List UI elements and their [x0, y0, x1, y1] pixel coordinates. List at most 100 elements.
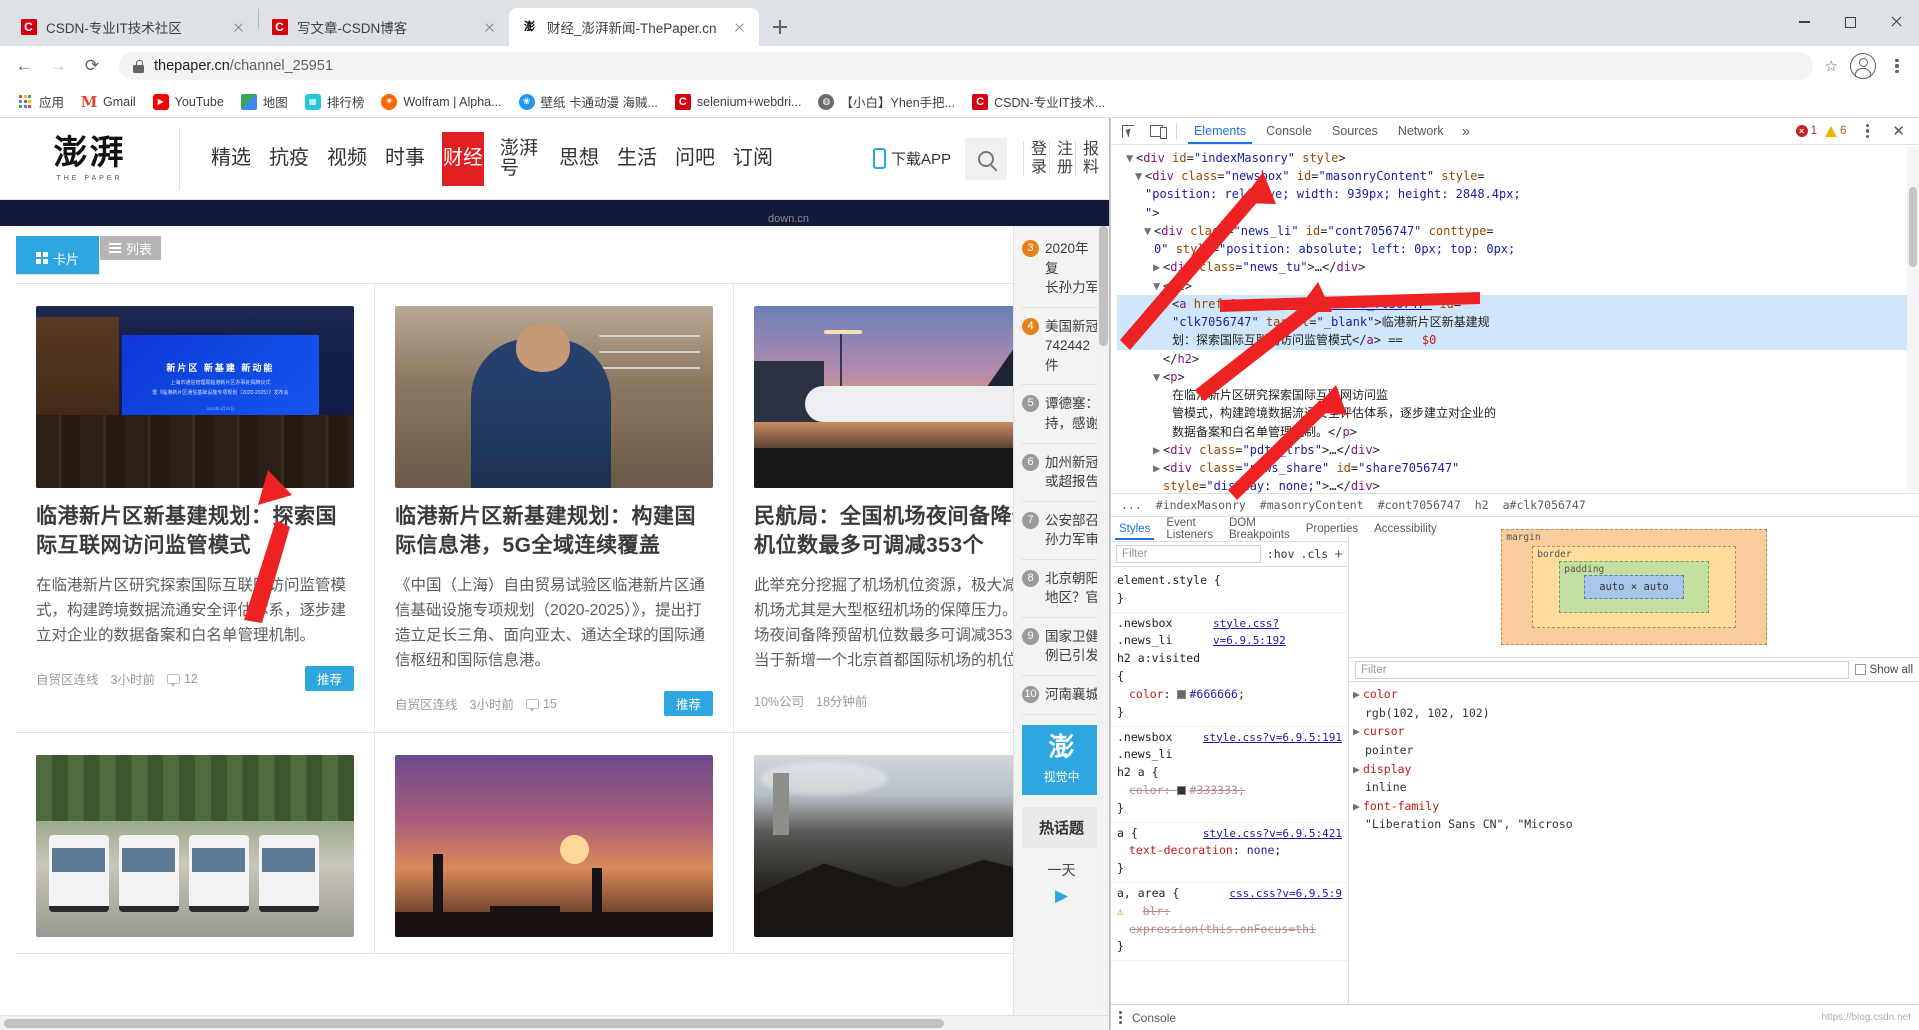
dom-tree-line[interactable]: 数据备案和白名单管理机制。</p> [1117, 423, 1917, 441]
subtab-styles[interactable]: Styles [1111, 519, 1158, 540]
show-all-toggle[interactable]: Show all [1854, 664, 1913, 676]
hot-item[interactable]: 8 北京朝阳 地区？官 [1022, 560, 1101, 618]
disclosure-triangle-icon[interactable]: ▼ [1153, 277, 1163, 295]
dom-tree-line[interactable]: "position: relative; width: 939px; heigh… [1117, 185, 1917, 203]
hot-item[interactable]: 9 国家卫健 例已引发 [1022, 618, 1101, 676]
dom-tree-line[interactable]: ▶ <div class="news_tu">…</div> [1117, 258, 1917, 276]
dom-tree-line[interactable]: <a href="newsDetail_forward_7056747" id= [1117, 294, 1917, 314]
site-logo[interactable]: 澎湃 THE PAPER [0, 127, 180, 190]
css-declaration[interactable]: text-decoration: none; [1117, 842, 1342, 860]
nav-item-wenba[interactable]: 问吧 [674, 132, 716, 186]
dom-tree-line[interactable]: style="display: none;">…</div> [1117, 477, 1917, 493]
computed-property[interactable]: ▶ display [1353, 760, 1919, 779]
subtab-properties[interactable]: Properties [1298, 519, 1366, 539]
news-source[interactable]: 10%公司 [754, 691, 804, 710]
dom-tree-line[interactable]: ▶ <div class="news_share" id="share705674… [1117, 459, 1917, 477]
hot-item[interactable]: 7 公安部召 孙力军审 [1022, 502, 1101, 560]
close-icon[interactable] [1873, 0, 1919, 44]
address-bar[interactable]: thepaper.cn/channel_25951 [119, 52, 1813, 80]
error-badge[interactable]: × 1 [1795, 125, 1817, 137]
download-app-button[interactable]: 下载APP [872, 148, 951, 169]
bookmark-yhen[interactable]: ◍ 【小白】Yhen手把... [811, 89, 962, 114]
dom-tree-line[interactable]: 0" style="position: absolute; left: 0px;… [1117, 240, 1917, 258]
dom-tree-line[interactable]: 在临港新片区研究探索国际互联网访问监 [1117, 386, 1917, 404]
css-rule[interactable]: a { style.css?v=6.9.5:421 text-decoratio… [1111, 823, 1348, 883]
breadcrumb-item[interactable]: a#clk7056747 [1503, 498, 1586, 512]
profile-avatar-icon[interactable] [1850, 53, 1876, 79]
minimize-icon[interactable] [1781, 0, 1827, 44]
view-toggle-card[interactable]: 卡片 [16, 236, 101, 275]
css-source-link[interactable]: css.css?v=6.9.5:9 [1229, 885, 1342, 903]
css-rule[interactable]: .newsbox .news_li h2 a { style.css?v=6.9… [1111, 727, 1348, 823]
color-swatch[interactable] [1177, 785, 1187, 795]
hot-item[interactable]: 6 加州新冠 或超报告 [1022, 444, 1101, 502]
computed-property[interactable]: ▶ font-family [1353, 797, 1919, 816]
nav-item-caijing[interactable]: 财经 [442, 131, 484, 186]
news-card[interactable]: 临港新片区新基建规划：构建国际信息港，5G全域连续覆盖 《中国（上海）自由贸易试… [375, 284, 734, 734]
chevron-right-icon[interactable]: ▶ [1353, 685, 1363, 704]
dom-tree-line[interactable]: "> [1117, 204, 1917, 222]
disclosure-triangle-icon[interactable]: ▶ [1153, 459, 1163, 477]
css-rule[interactable]: element.style { } [1111, 570, 1348, 613]
bookmark-gmail[interactable]: M Gmail [74, 91, 143, 113]
computed-filter-input[interactable]: Filter [1355, 660, 1849, 679]
dom-tree-scrollbar[interactable] [1907, 147, 1919, 491]
close-icon[interactable] [481, 19, 497, 35]
close-icon[interactable]: ✕ [1888, 122, 1909, 140]
reload-icon[interactable]: ⟳ [77, 51, 107, 81]
disclosure-triangle-icon[interactable]: ▼ [1126, 149, 1136, 167]
dom-tree-line[interactable]: ▼ <p> [1117, 368, 1917, 386]
bookmark-star-icon[interactable]: ☆ [1825, 57, 1838, 75]
back-icon[interactable]: ← [9, 51, 39, 81]
news-title[interactable]: 临港新片区新基建规划：探索国际互联网访问监管模式 [36, 502, 354, 561]
box-model-margin[interactable]: margin - border padding auto × auto [1501, 529, 1767, 645]
news-card[interactable] [375, 733, 734, 955]
browser-tab-1[interactable]: C 写文章-CSDN博客 [259, 8, 509, 46]
hot-item[interactable]: 4 美国新冠 742442件 [1022, 308, 1101, 386]
chevron-right-icon[interactable]: ▶ [1353, 797, 1363, 816]
computed-property[interactable]: ▶ color [1353, 685, 1919, 704]
dom-tree-line[interactable]: 管模式，构建跨境数据流通安全评估体系，逐步建立对企业的 [1117, 404, 1917, 422]
new-style-rule-button[interactable]: + [1334, 546, 1343, 563]
drawer-tab-console[interactable]: Console [1132, 1011, 1176, 1025]
news-title[interactable]: 临港新片区新基建规划：构建国际信息港，5G全域连续覆盖 [395, 502, 713, 561]
tab-console[interactable]: Console [1256, 119, 1322, 143]
subtab-dom-breakpoints[interactable]: DOM Breakpoints [1221, 517, 1298, 545]
rail-advertisement[interactable]: 澎 视觉中 [1022, 724, 1101, 795]
bookmark-ranking[interactable]: ▦ 排行榜 [298, 89, 372, 114]
news-source[interactable]: 自贸区连线 [36, 669, 99, 688]
css-declaration[interactable]: color: #333333; [1117, 782, 1342, 800]
page-vertical-scrollbar[interactable] [1097, 226, 1109, 1008]
breadcrumb-item[interactable]: h2 [1475, 498, 1489, 512]
bookmark-apps[interactable]: 应用 [10, 89, 71, 114]
chrome-menu-icon[interactable] [1884, 58, 1910, 74]
computed-property[interactable]: ▶ cursor [1353, 722, 1919, 741]
scrollbar-thumb[interactable] [4, 1019, 944, 1028]
scrollbar-thumb[interactable] [1099, 226, 1108, 346]
hot-item[interactable]: 5 谭德塞： 持，感谢 [1022, 385, 1101, 444]
css-rule[interactable]: .newsbox .news_li h2 a:visited { style.c… [1111, 613, 1348, 727]
device-toolbar-icon[interactable] [1143, 119, 1169, 143]
css-declaration[interactable]: color: #666666; [1117, 686, 1342, 704]
hot-item[interactable]: 10 河南襄城 [1022, 676, 1101, 715]
nav-item-dingyue[interactable]: 订阅 [732, 132, 774, 186]
register-link[interactable]: 注册 [1049, 140, 1075, 177]
warning-badge[interactable]: 6 [1825, 125, 1846, 137]
close-icon[interactable] [731, 19, 747, 35]
chevron-right-icon[interactable]: ▶ [1353, 760, 1363, 779]
box-model-border[interactable]: border padding auto × auto [1532, 546, 1736, 628]
dom-tree-line[interactable]: "clk7056747" target="_blank">临港新片区新基建规 [1117, 313, 1917, 332]
css-declaration[interactable]: ⚠ blr: [1117, 903, 1342, 921]
news-comments[interactable]: 12 [166, 672, 198, 687]
bookmark-wolfram[interactable]: ✷ Wolfram | Alpha... [374, 91, 508, 113]
drawer-menu-icon[interactable] [1119, 1010, 1122, 1025]
dom-tree-line[interactable]: ▶ <div class="pdtt_trbs">…</div> [1117, 441, 1917, 459]
css-rules-list[interactable]: element.style { } .newsbox .news_li h2 a… [1111, 567, 1348, 1004]
bookmark-youtube[interactable]: ▶ YouTube [146, 91, 231, 113]
view-toggle-list[interactable]: 列表 [100, 236, 162, 260]
cls-toggle[interactable]: .cls [1301, 547, 1329, 561]
banner-strip[interactable]: down.cn [0, 200, 1109, 226]
tab-network[interactable]: Network [1388, 119, 1454, 143]
css-source-link[interactable]: style.css?v=6.9.5:421 [1203, 825, 1342, 843]
subtab-event-listeners[interactable]: Event Listeners [1158, 517, 1221, 545]
